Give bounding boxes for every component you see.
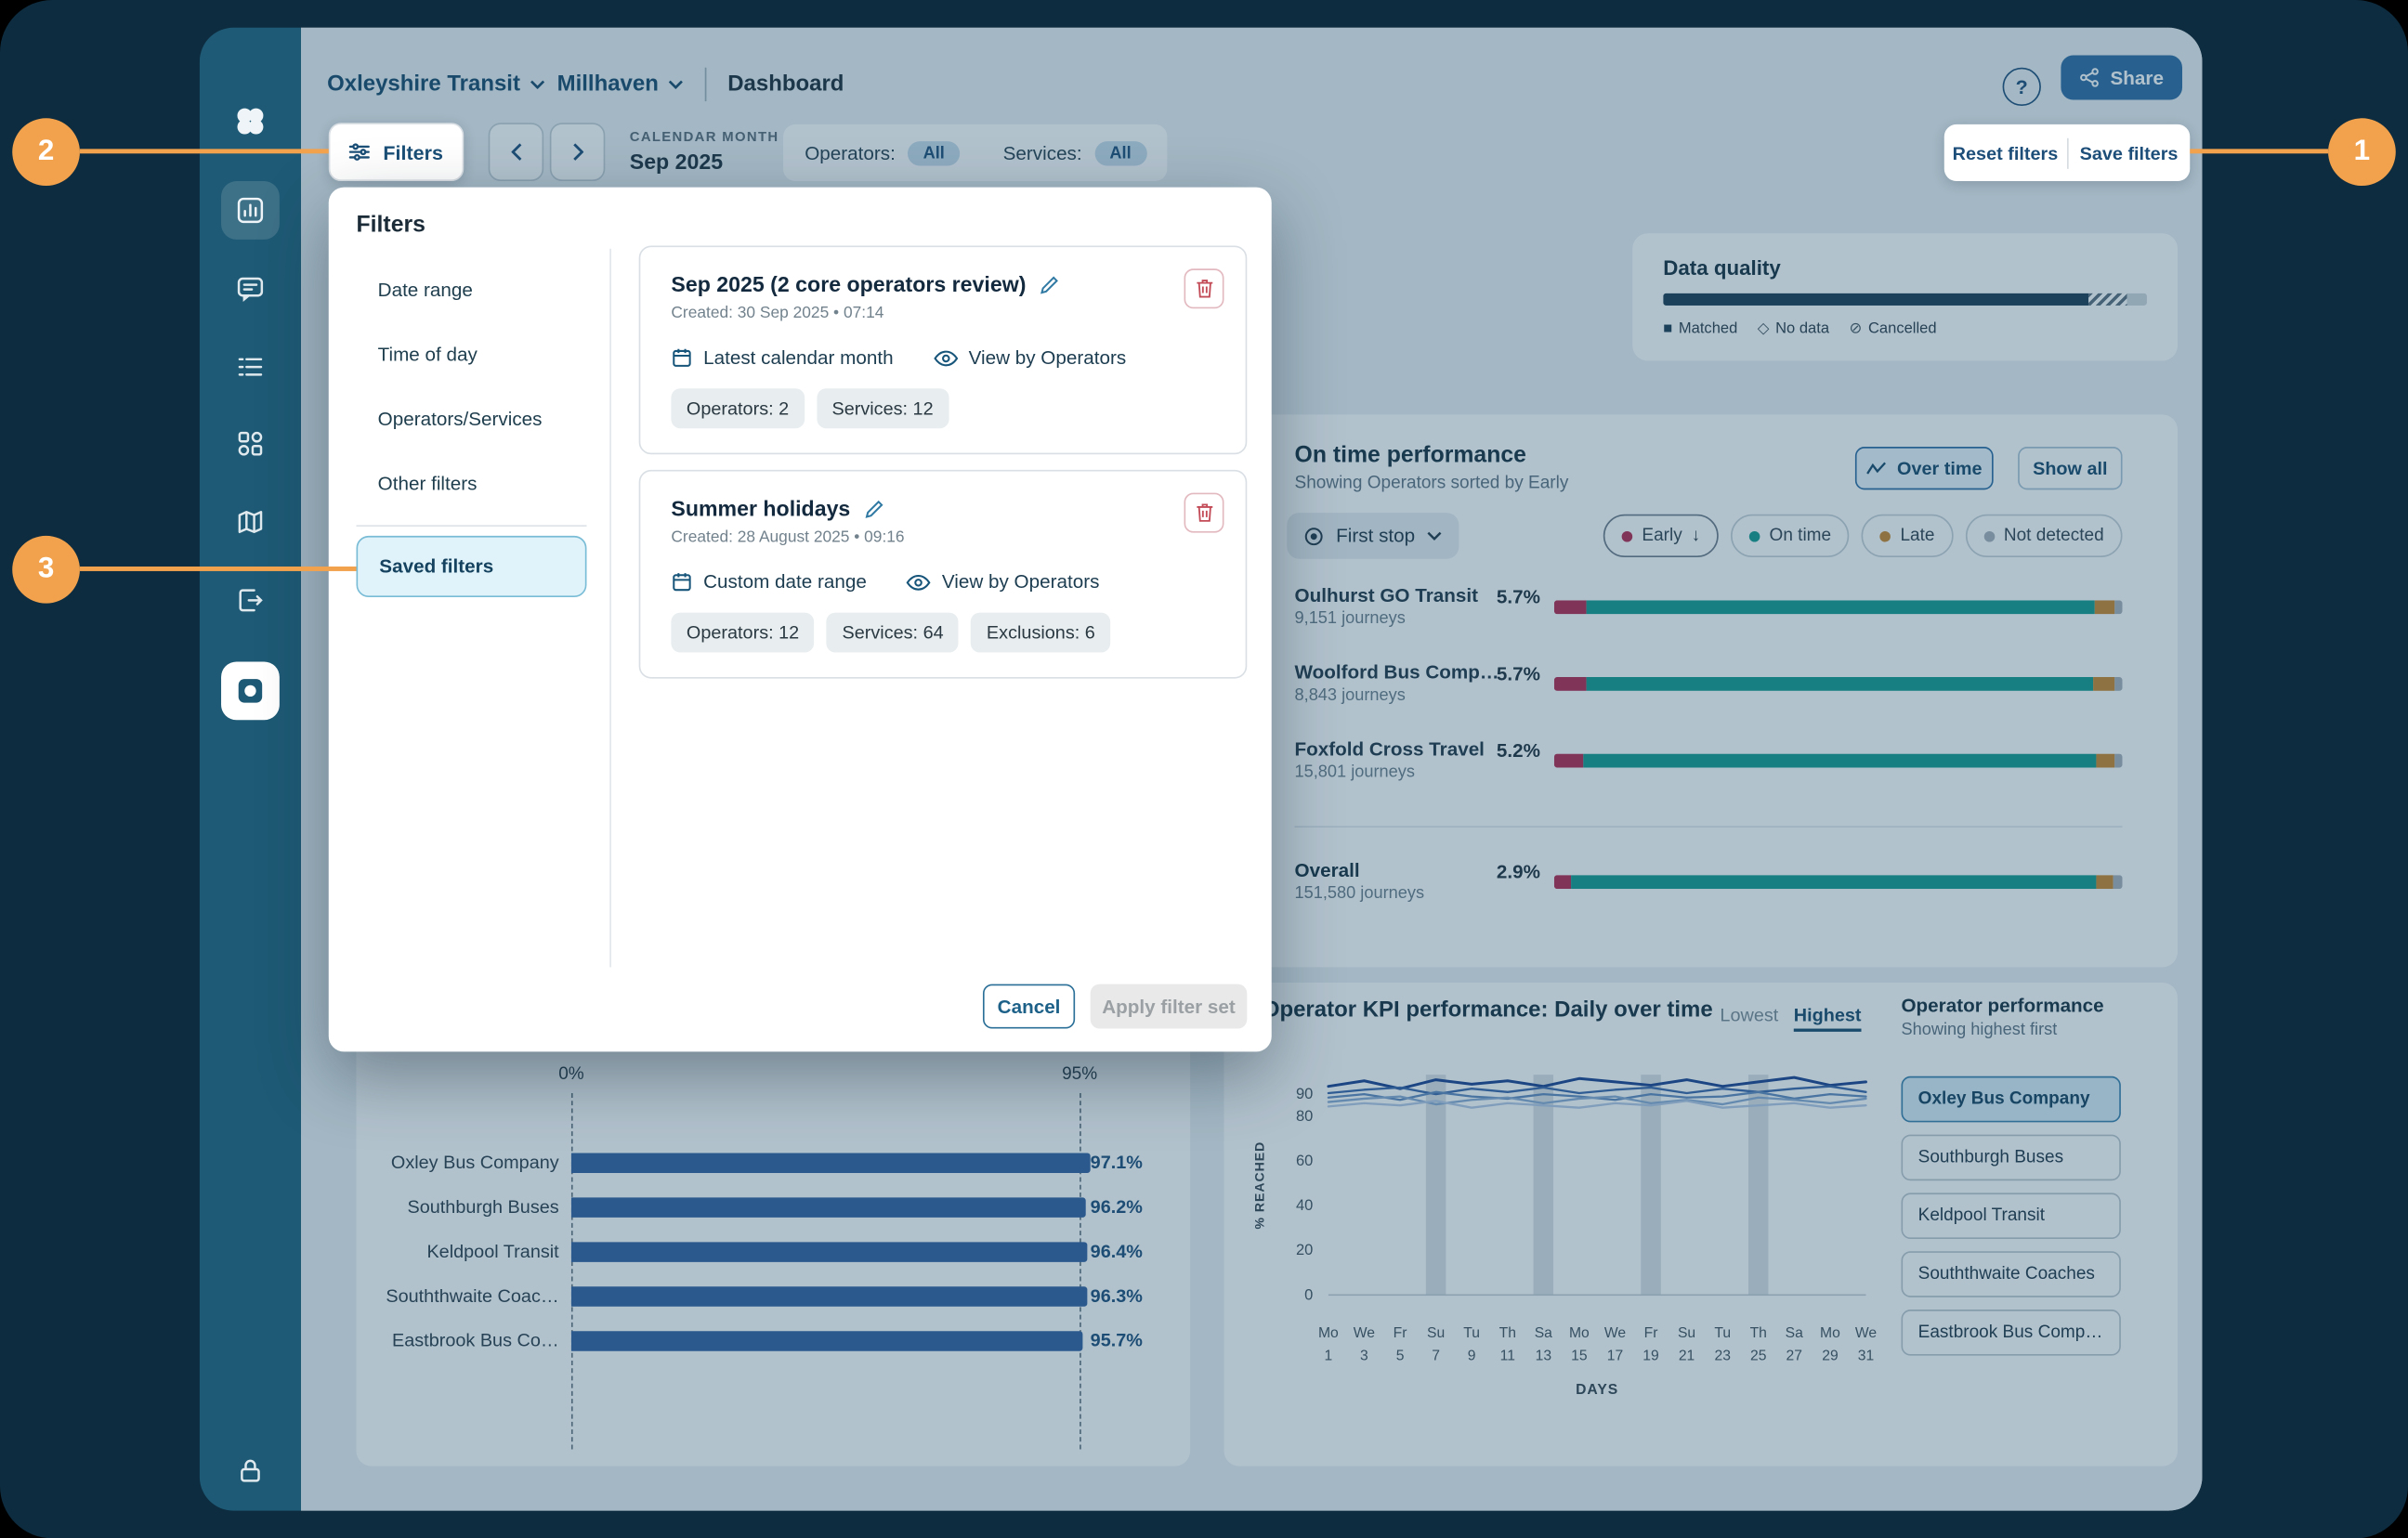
modal-nav: Date rangeTime of dayOperators/ServicesO…: [357, 258, 587, 597]
sidebar-item-logout[interactable]: [235, 585, 266, 616]
sidebar-item-app-tile[interactable]: [221, 661, 280, 720]
filters-button[interactable]: Filters: [329, 123, 464, 181]
filters-button-label: Filters: [383, 140, 442, 163]
modal-nav-operators-services[interactable]: Operators/Services: [357, 387, 587, 451]
app-frame: Oxleyshire Transit Millhaven Dashboard ?…: [0, 0, 2408, 1538]
edit-filter-button[interactable]: [1040, 274, 1059, 293]
eye-icon: [907, 573, 931, 590]
delete-filter-button[interactable]: [1184, 268, 1224, 308]
eye-icon: [934, 349, 958, 366]
filter-sliders-icon: [349, 143, 371, 162]
callout-number: 2: [38, 135, 54, 168]
callout-badge-3: 3: [12, 536, 80, 604]
sidebar-item-list[interactable]: [235, 352, 266, 383]
filter-actions: Reset filters Save filters: [1944, 124, 2190, 181]
list-icon: [235, 352, 266, 383]
filter-chip: Exclusions: 6: [971, 613, 1110, 653]
date-mode: Custom date range: [671, 571, 866, 593]
sidebar-item-messages[interactable]: [235, 273, 266, 304]
view-mode: View by Operators: [934, 347, 1127, 369]
cancel-button[interactable]: Cancel: [983, 984, 1075, 1029]
chat-icon: [235, 273, 266, 304]
filter-chip: Services: 64: [827, 613, 959, 653]
saved-filter-created: Created: 30 Sep 2025 • 07:14: [671, 304, 1217, 322]
calendar-icon: [671, 347, 692, 369]
saved-filter-title: Summer holidays: [671, 496, 850, 520]
screenshot-stage: Oxleyshire Transit Millhaven Dashboard ?…: [0, 0, 2408, 1538]
filter-chip: Services: 12: [817, 388, 949, 428]
app-logo-icon: [230, 101, 270, 141]
callout-line-3: [80, 567, 357, 571]
map-icon: [235, 507, 266, 538]
calendar-icon: [671, 571, 692, 593]
sidebar-item-analytics[interactable]: [221, 181, 280, 240]
callout-line-2: [80, 149, 329, 153]
saved-filter-card: Sep 2025 (2 core operators review) Creat…: [639, 245, 1248, 454]
filters-modal: Filters Date rangeTime of dayOperators/S…: [329, 188, 1272, 1052]
sidebar-item-lock[interactable]: [235, 1455, 266, 1486]
saved-filters-list: Sep 2025 (2 core operators review) Creat…: [639, 245, 1248, 694]
lock-icon: [235, 1455, 266, 1486]
date-mode: Latest calendar month: [671, 347, 893, 369]
modal-nav-time-of-day[interactable]: Time of day: [357, 322, 587, 386]
sidebar: [200, 28, 301, 1511]
view-mode: View by Operators: [907, 571, 1100, 593]
callout-line-1: [2190, 149, 2328, 153]
saved-filter-chips: Operators: 2 Services: 12: [671, 388, 1217, 428]
sidebar-item-apps[interactable]: [235, 428, 266, 459]
edit-filter-button[interactable]: [864, 498, 883, 517]
grid-icon: [235, 428, 266, 459]
saved-filter-chips: Operators: 12 Services: 64 Exclusions: 6: [671, 613, 1217, 653]
callout-badge-2: 2: [12, 118, 80, 186]
callout-number: 3: [38, 553, 54, 586]
edit-icon: [864, 498, 883, 517]
modal-divider: [609, 249, 611, 968]
callout-number: 1: [2354, 135, 2370, 168]
filter-chip: Operators: 12: [671, 613, 814, 653]
callout-badge-1: 1: [2328, 118, 2396, 186]
modal-title: Filters: [357, 212, 425, 238]
app-tile-icon: [221, 661, 280, 720]
modal-nav-other-filters[interactable]: Other filters: [357, 451, 587, 515]
sidebar-item-map[interactable]: [235, 507, 266, 538]
trash-icon: [1194, 278, 1213, 299]
modal-nav-saved-filters[interactable]: Saved filters: [357, 536, 587, 597]
nav-divider: [357, 525, 587, 527]
saved-filter-title: Sep 2025 (2 core operators review): [671, 272, 1026, 296]
saved-filter-card: Summer holidays Created: 28 August 2025 …: [639, 470, 1248, 679]
modal-nav-date-range[interactable]: Date range: [357, 258, 587, 322]
apply-filter-set-button[interactable]: Apply filter set: [1091, 984, 1248, 1029]
delete-filter-button[interactable]: [1184, 493, 1224, 533]
bar-chart-icon: [221, 181, 280, 240]
save-filters-button[interactable]: Save filters: [2068, 142, 2190, 163]
logout-icon: [235, 585, 266, 616]
saved-filter-created: Created: 28 August 2025 • 09:16: [671, 528, 1217, 547]
filter-chip: Operators: 2: [671, 388, 804, 428]
edit-icon: [1040, 274, 1059, 293]
reset-filters-button[interactable]: Reset filters: [1944, 142, 2066, 163]
trash-icon: [1194, 502, 1213, 524]
